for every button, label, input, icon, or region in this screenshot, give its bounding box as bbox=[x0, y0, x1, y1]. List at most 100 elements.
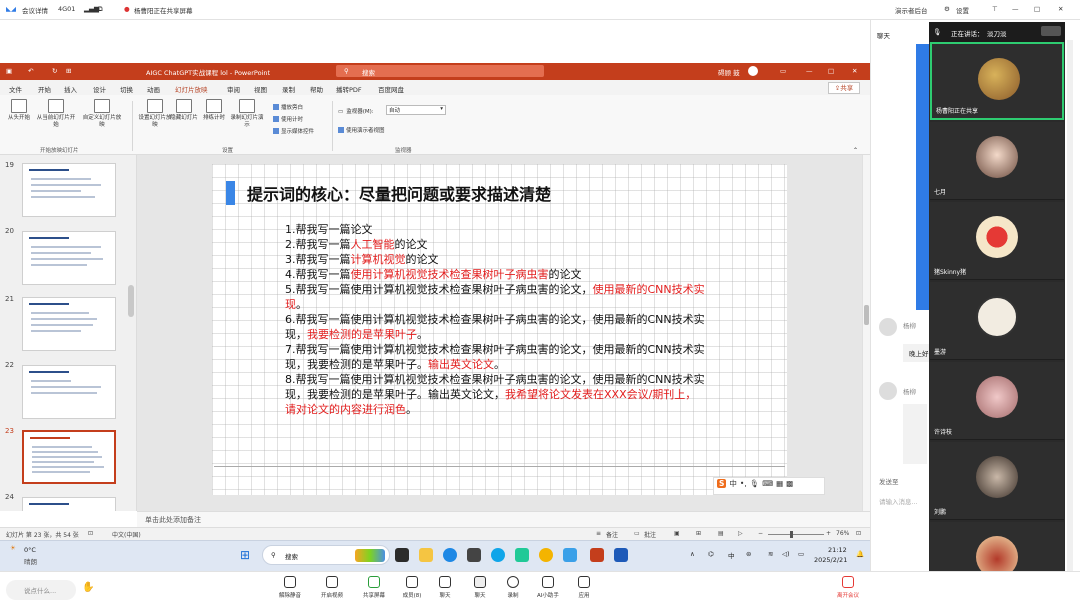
slideshow-view-icon[interactable]: ▷ bbox=[738, 530, 743, 537]
clock-time[interactable]: 21:12 bbox=[828, 546, 847, 554]
zoom-slider[interactable] bbox=[768, 534, 824, 535]
slide-thumb-21[interactable] bbox=[22, 297, 116, 351]
ppt-maximize-icon[interactable]: □ bbox=[828, 67, 834, 75]
chat-button[interactable]: 聊天 bbox=[425, 576, 465, 599]
fit-window-icon[interactable]: ⊡ bbox=[856, 530, 861, 537]
apps-button[interactable]: 应用 bbox=[564, 576, 604, 599]
volume-icon[interactable]: ◁) bbox=[782, 550, 790, 558]
ime-mode[interactable]: 中 bbox=[729, 479, 737, 488]
meeting-name[interactable]: 杨曹阳正在共享屏幕 bbox=[134, 5, 193, 15]
skin-icon[interactable]: ▦ bbox=[776, 479, 783, 488]
grid-view-icon[interactable] bbox=[1041, 26, 1061, 36]
comments-toggle[interactable]: 批注 bbox=[644, 530, 656, 539]
minimize-icon[interactable]: — bbox=[1012, 5, 1019, 13]
task-view-icon[interactable] bbox=[395, 548, 409, 562]
battery-icon[interactable]: ▭ bbox=[798, 550, 804, 558]
tab-home[interactable]: 开始 bbox=[38, 84, 51, 94]
record-show-button[interactable]: 录制幻灯片演示 bbox=[228, 99, 266, 129]
ribbon-display-icon[interactable]: ▭ bbox=[780, 67, 786, 75]
share-screen-button[interactable]: 共享屏幕 bbox=[354, 576, 394, 599]
start-video-button[interactable]: 开启视频 bbox=[312, 576, 352, 599]
user-avatar[interactable] bbox=[748, 66, 758, 76]
ime-toolbar[interactable]: S 中 •, 🎙 ⌨ ▦ ▩ bbox=[713, 477, 825, 495]
windows-start-icon[interactable]: ⊞ bbox=[240, 548, 250, 562]
ppt-close-icon[interactable]: ✕ bbox=[852, 67, 857, 75]
user-name[interactable]: 碍顾 鼓 bbox=[718, 67, 740, 77]
collapse-ribbon-icon[interactable]: ⌃ bbox=[853, 147, 858, 154]
tab-review[interactable]: 审阅 bbox=[227, 84, 240, 94]
wifi-icon[interactable]: ≋ bbox=[768, 550, 773, 558]
video-tile[interactable]: 许诗枝 bbox=[930, 362, 1064, 440]
tray-app-icon[interactable]: ⌬ bbox=[708, 550, 714, 558]
monitor-select[interactable]: 自动 ▾ bbox=[386, 105, 446, 115]
app-icon[interactable] bbox=[467, 548, 481, 562]
setup-show-button[interactable]: 设置幻灯片放映 bbox=[138, 99, 172, 129]
accessibility-icon[interactable]: ⊡ bbox=[88, 530, 93, 537]
chrome-icon[interactable] bbox=[539, 548, 553, 562]
tray-ime-icon[interactable]: 中 bbox=[728, 550, 735, 560]
ppt-minimize-icon[interactable]: — bbox=[806, 67, 813, 75]
video-tile[interactable]: 墨游 bbox=[930, 282, 1064, 360]
powerpoint-icon[interactable] bbox=[590, 548, 604, 562]
mic-icon[interactable]: 🎙 bbox=[750, 479, 760, 488]
tools-icon[interactable]: ▩ bbox=[786, 479, 793, 488]
notes-pane[interactable]: 单击此处添加备注 bbox=[137, 511, 870, 527]
maximize-icon[interactable]: □ bbox=[1034, 5, 1040, 13]
sorter-view-icon[interactable]: ⊞ bbox=[696, 530, 701, 537]
timings-checkbox[interactable]: 使用计时 bbox=[273, 115, 303, 123]
from-beginning-button[interactable]: 从头开始 bbox=[3, 99, 35, 122]
unmute-button[interactable]: 解除静音 bbox=[270, 576, 310, 599]
slide-thumb-24[interactable] bbox=[22, 497, 116, 511]
tab-view[interactable]: 视图 bbox=[254, 84, 267, 94]
tab-record[interactable]: 录制 bbox=[282, 84, 295, 94]
quick-reply-input[interactable]: 说点什么... bbox=[6, 580, 76, 600]
word-icon[interactable] bbox=[614, 548, 628, 562]
tab-insert[interactable]: 插入 bbox=[64, 84, 77, 94]
tab-file[interactable]: 文件 bbox=[9, 84, 22, 94]
photos-icon[interactable] bbox=[563, 548, 577, 562]
narration-checkbox[interactable]: 播放旁白 bbox=[273, 103, 303, 111]
presenter-view-button[interactable]: 演示者后台 bbox=[895, 5, 928, 15]
video-tile[interactable]: 猪Skinny猪 bbox=[930, 202, 1064, 280]
redo-icon[interactable]: ↻ bbox=[52, 67, 57, 75]
tab-baidu[interactable]: 百度网盘 bbox=[378, 84, 404, 94]
slide-scrollbar[interactable] bbox=[862, 155, 870, 511]
custom-show-button[interactable]: 自定义幻灯片放映 bbox=[82, 99, 122, 129]
file-explorer-icon[interactable] bbox=[419, 548, 433, 562]
close-icon[interactable]: ✕ bbox=[1058, 5, 1063, 13]
slide-thumb-20[interactable] bbox=[22, 231, 116, 285]
reading-view-icon[interactable]: ▤ bbox=[718, 530, 724, 537]
ai-assistant-button[interactable]: AI小助手 bbox=[528, 576, 568, 599]
rehearse-button[interactable]: 排练计时 bbox=[198, 99, 230, 122]
ppt-search-box[interactable]: ⚲ 搜索 bbox=[336, 65, 544, 77]
comments-icon[interactable]: ▭ bbox=[634, 530, 640, 537]
video-tile[interactable]: 杨曹阳正在共享 bbox=[930, 42, 1064, 120]
notes-toggle[interactable]: 备注 bbox=[606, 530, 618, 539]
settings-button[interactable]: 设置 bbox=[956, 5, 969, 15]
normal-view-icon[interactable]: ▣ bbox=[674, 530, 680, 537]
tab-transitions[interactable]: 切换 bbox=[120, 84, 133, 94]
edge-icon[interactable] bbox=[443, 548, 457, 562]
record-button[interactable]: 录制 bbox=[493, 576, 533, 599]
leave-meeting-button[interactable]: 离开会议 bbox=[828, 576, 868, 599]
notification-icon[interactable]: 🔔 bbox=[856, 550, 864, 558]
hide-slide-button[interactable]: 隐藏幻灯片 bbox=[168, 99, 200, 122]
meeting-app-title[interactable]: 会议详情 bbox=[22, 5, 48, 15]
weather-temp[interactable]: 0°C bbox=[24, 546, 36, 554]
tray-app2-icon[interactable]: ⊜ bbox=[746, 550, 751, 558]
clock-date[interactable]: 2025/2/21 bbox=[814, 556, 847, 564]
slide-thumb-23[interactable] bbox=[22, 430, 116, 484]
notes-icon[interactable]: ≡ bbox=[596, 530, 601, 537]
video-tile[interactable]: 刘鹏 bbox=[930, 442, 1064, 520]
meeting-app-icon[interactable] bbox=[491, 548, 505, 562]
tab-pdf[interactable]: 播转PDF bbox=[336, 84, 362, 94]
video-tile[interactable]: 七月 bbox=[930, 122, 1064, 200]
zoom-in-icon[interactable]: + bbox=[826, 530, 831, 537]
taskbar-search[interactable]: ⚲ 搜索 bbox=[262, 545, 390, 565]
media-controls-checkbox[interactable]: 显示媒体控件 bbox=[273, 127, 314, 135]
language-status[interactable]: 中文(中国) bbox=[112, 530, 141, 539]
ppt-share-button[interactable]: ⇪共享 bbox=[828, 82, 860, 94]
autosave-icon[interactable]: ▣ bbox=[6, 67, 12, 75]
tray-chevron-icon[interactable]: ∧ bbox=[690, 550, 695, 558]
punctuation-icon[interactable]: •, bbox=[740, 479, 747, 488]
